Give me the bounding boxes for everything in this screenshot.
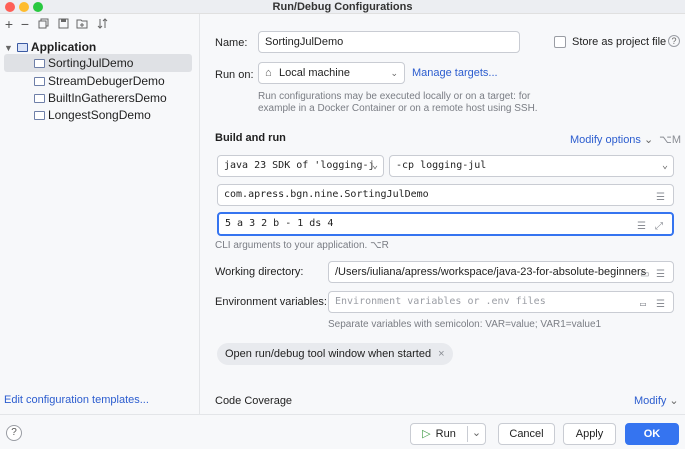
tree-root-label: Application: [30, 40, 97, 54]
jdk-select[interactable]: java 23 SDK of 'logging-j ⌄: [217, 155, 384, 177]
run-config-icon: [34, 59, 45, 68]
build-and-run-title: Build and run: [215, 132, 286, 144]
tree-item-longestsongdemo[interactable]: LongestSongDemo: [34, 106, 151, 124]
chevron-down-icon: ⌄: [390, 68, 398, 78]
title-bar: Run/Debug Configurations: [0, 0, 685, 14]
run-on-value: Local machine: [279, 67, 350, 79]
configuration-form: Name: SortingJulDemo Store as project fi…: [201, 14, 685, 414]
application-icon: [16, 43, 28, 52]
home-icon: ⌂: [265, 67, 272, 79]
run-on-label: Run on:: [215, 69, 254, 81]
name-label: Name:: [215, 37, 248, 49]
remove-icon[interactable]: −: [18, 16, 32, 32]
run-on-select[interactable]: ⌂ Local machine ⌄: [258, 62, 405, 84]
chevron-down-icon: ⌄: [661, 160, 668, 171]
dialog-footer: ? ▷ Run ⌄ Cancel Apply OK: [0, 414, 685, 449]
main-class-field[interactable]: com.apress.bgn.nine.SortingJulDemo ☰: [217, 184, 674, 206]
tree-item-label: SortingJulDemo: [48, 56, 134, 70]
cancel-button[interactable]: Cancel: [498, 423, 555, 445]
chevron-down-icon: ⌄: [643, 134, 654, 146]
environment-variables-field[interactable]: Environment variables or .env files ▭ ☰: [328, 291, 674, 313]
chevron-down-icon: ⌄: [371, 160, 378, 171]
help-icon[interactable]: ?: [668, 35, 680, 47]
folder-icon[interactable]: ▭: [640, 295, 651, 310]
chevron-down-icon: ⌄: [669, 395, 679, 407]
browse-class-icon[interactable]: ☰: [656, 188, 667, 203]
apply-button[interactable]: Apply: [563, 423, 616, 445]
open-tool-window-chip[interactable]: Open run/debug tool window when started ×: [217, 343, 453, 365]
tree-item-sortingjuldemo[interactable]: SortingJulDemo: [4, 54, 192, 72]
chevron-down-icon[interactable]: ▼: [4, 43, 13, 53]
tree-item-label: LongestSongDemo: [48, 108, 151, 122]
tree-item-label: BuiltInGatherersDemo: [48, 91, 167, 105]
run-dropdown-chevron-icon[interactable]: ⌄: [467, 426, 485, 442]
environment-variables-label: Environment variables:: [215, 296, 327, 308]
configurations-sidebar: + − ▼ Application SortingJulDemo StreamDe…: [0, 14, 200, 414]
tree-item-builtingatherersdemo[interactable]: BuiltInGatherersDemo: [34, 89, 167, 107]
run-icon: ▷: [422, 428, 431, 440]
working-directory-value: /Users/iuliana/apress/workspace/java-23-…: [335, 266, 647, 278]
jdk-value: java 23 SDK of 'logging-j: [224, 160, 375, 171]
run-on-hint: Run configurations may be executed local…: [258, 91, 538, 114]
modify-options-link[interactable]: Modify options ⌄ ⌥M: [570, 133, 681, 146]
classpath-value: -cp logging-jul: [396, 160, 487, 171]
store-as-project-label: Store as project file: [572, 36, 667, 48]
edit-list-icon[interactable]: ☰: [656, 295, 667, 310]
save-icon[interactable]: [56, 18, 70, 32]
help-button[interactable]: ?: [6, 425, 22, 441]
classpath-select[interactable]: -cp logging-jul ⌄: [389, 155, 674, 177]
modify-options-shortcut: ⌥M: [659, 134, 681, 146]
store-as-project-checkbox[interactable]: [554, 36, 566, 48]
expand-list-icon[interactable]: ☰: [637, 217, 648, 232]
sort-icon[interactable]: [95, 18, 109, 32]
environment-variables-hint: Separate variables with semicolon: VAR=v…: [328, 319, 602, 330]
folder-icon[interactable]: ▭: [640, 265, 651, 280]
copy-icon[interactable]: [36, 18, 50, 32]
main-class-value: com.apress.bgn.nine.SortingJulDemo: [224, 189, 429, 200]
new-folder-icon[interactable]: [75, 18, 89, 32]
tree-item-label: StreamDebugerDemo: [48, 74, 165, 88]
code-coverage-title: Code Coverage: [215, 395, 293, 407]
cli-arguments-hint: CLI arguments to your application. ⌥R: [215, 240, 389, 251]
window-title: Run/Debug Configurations: [272, 1, 413, 13]
run-button[interactable]: ▷ Run ⌄: [410, 423, 486, 445]
modify-options-label: Modify options: [570, 134, 641, 146]
modify-coverage-link[interactable]: Modify ⌄: [634, 394, 679, 407]
run-config-icon: [34, 94, 45, 103]
working-directory-label: Working directory:: [215, 266, 304, 278]
edit-templates-link[interactable]: Edit configuration templates...: [4, 394, 149, 406]
close-icon[interactable]: ×: [438, 348, 444, 360]
program-arguments-value: 5 a 3 2 b - 1 ds 4: [225, 218, 334, 229]
program-arguments-field[interactable]: 5 a 3 2 b - 1 ds 4 ☰ ⤢: [217, 212, 674, 236]
run-label: Run: [435, 428, 456, 440]
tree-item-streamdebugerdemo[interactable]: StreamDebugerDemo: [34, 72, 165, 90]
chip-label: Open run/debug tool window when started: [225, 348, 432, 360]
macros-icon[interactable]: ☰: [656, 265, 667, 280]
modify-label: Modify: [634, 395, 667, 407]
environment-variables-placeholder: Environment variables or .env files: [335, 296, 546, 307]
run-config-icon: [34, 111, 45, 120]
manage-targets-link[interactable]: Manage targets...: [412, 67, 498, 79]
expand-icon[interactable]: ⤢: [655, 217, 666, 232]
ok-button[interactable]: OK: [625, 423, 679, 445]
working-directory-field[interactable]: /Users/iuliana/apress/workspace/java-23-…: [328, 261, 674, 283]
name-field[interactable]: SortingJulDemo: [258, 31, 520, 53]
add-icon[interactable]: +: [2, 16, 16, 32]
run-config-icon: [34, 77, 45, 86]
